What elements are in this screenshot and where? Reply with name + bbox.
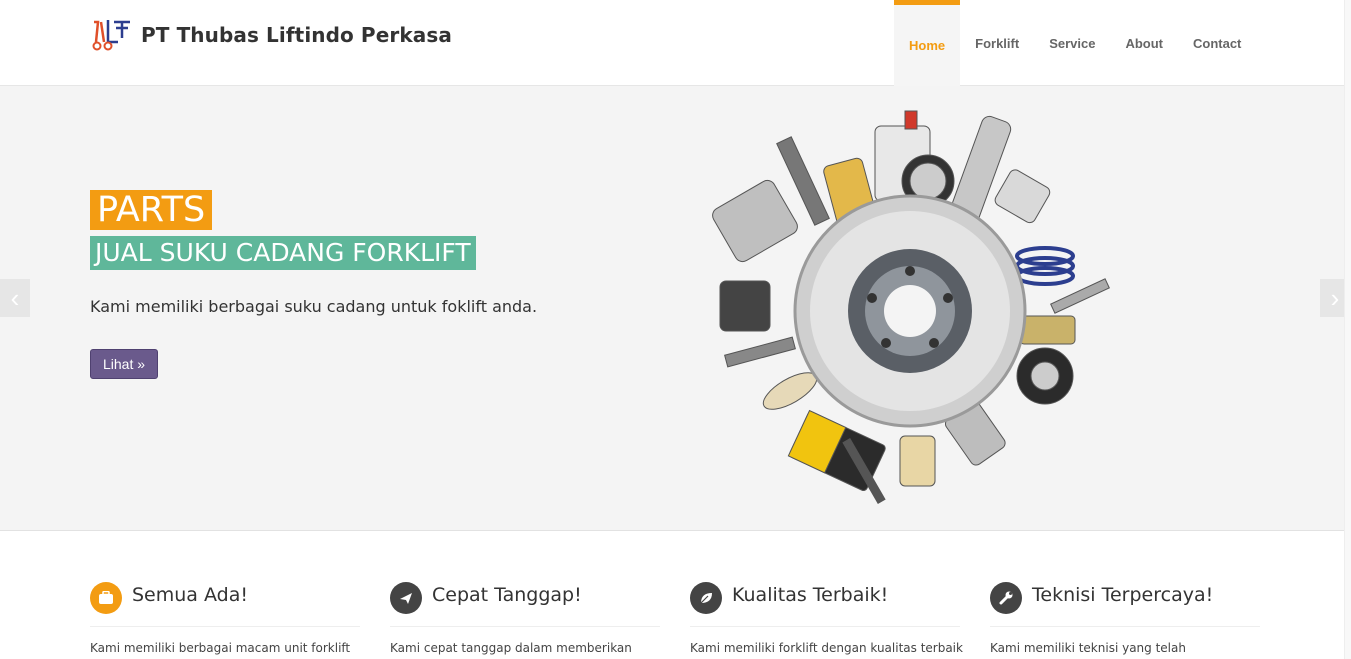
feature-description: Kami memiliki forklift dengan kualitas t… [690, 641, 963, 655]
brand-name[interactable]: PT Thubas Liftindo Perkasa [141, 23, 452, 47]
feature-title: Semua Ada! [132, 584, 248, 606]
site-header: PT Thubas Liftindo Perkasa Home Forklift… [0, 0, 1351, 86]
feature-title: Teknisi Terpercaya! [1032, 584, 1214, 606]
airplane-icon [390, 582, 422, 614]
feature-title: Kualitas Terbaik! [732, 584, 889, 606]
nav-home[interactable]: Home [894, 0, 961, 86]
hero-slider: PARTS JUAL SUKU CADANG FORKLIFT Kami mem… [0, 86, 1351, 531]
divider [390, 626, 660, 627]
scrollbar[interactable] [1344, 0, 1351, 659]
nav-about[interactable]: About [1110, 0, 1178, 86]
divider [690, 626, 960, 627]
feature-title: Cepat Tanggap! [432, 584, 582, 606]
forklift-logo-icon[interactable] [90, 18, 134, 52]
briefcase-icon [90, 582, 122, 614]
divider [90, 626, 360, 627]
hero-tag: PARTS [90, 190, 213, 230]
wrench-icon [990, 582, 1022, 614]
nav-forklift[interactable]: Forklift [960, 0, 1034, 86]
nav-contact[interactable]: Contact [1178, 0, 1256, 86]
main-nav: Home Forklift Service About Contact [894, 0, 1256, 86]
leaf-icon [690, 582, 722, 614]
feature-description: Kami memiliki berbagai macam unit forkli… [90, 641, 351, 655]
lihat-button[interactable]: Lihat » [90, 349, 158, 379]
feature-description: Kami memiliki teknisi yang telah [990, 641, 1186, 655]
hero-description: Kami memiliki berbagai suku cadang untuk… [90, 297, 538, 316]
slider-prev-arrow[interactable]: ‹ [0, 279, 30, 317]
nav-service[interactable]: Service [1034, 0, 1110, 86]
feature-description: Kami cepat tanggap dalam memberikan [390, 641, 632, 655]
divider [990, 626, 1260, 627]
hero-subtitle: JUAL SUKU CADANG FORKLIFT [90, 236, 476, 270]
auto-parts-icon [712, 110, 1110, 504]
